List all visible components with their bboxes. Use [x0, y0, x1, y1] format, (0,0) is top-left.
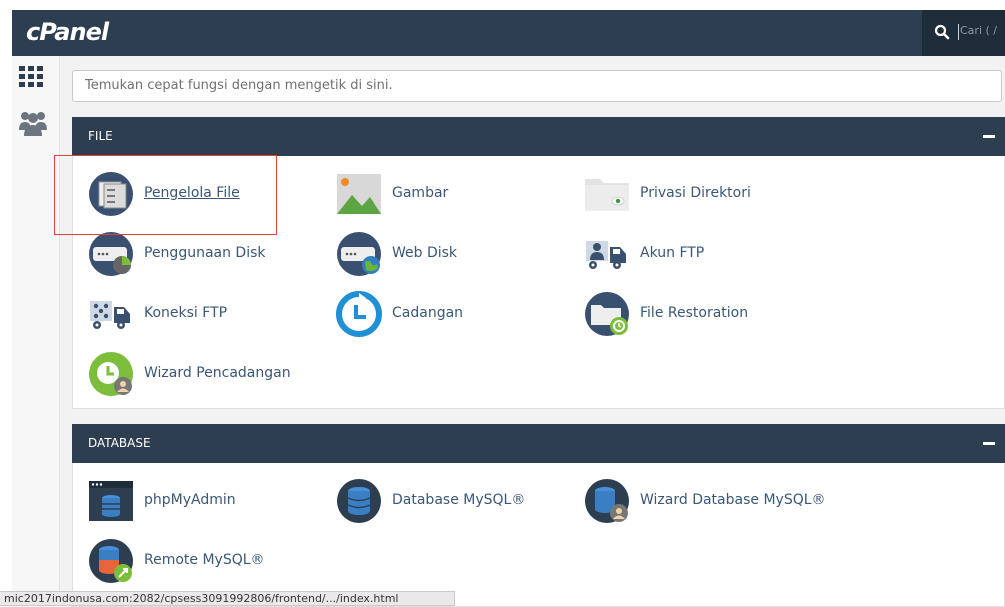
item-label: Gambar — [392, 185, 449, 201]
database-section-header[interactable]: DATABASE — [72, 424, 1005, 463]
disk-usage-icon — [88, 231, 134, 277]
section-title: FILE — [88, 129, 113, 143]
collapse-icon[interactable] — [983, 442, 995, 445]
remote-mysql-icon — [88, 538, 134, 584]
file-manager-icon — [88, 171, 134, 217]
item-label: File Restoration — [640, 305, 749, 321]
header-search-input[interactable]: Cari ( / — [960, 24, 1005, 37]
main-content: Temukan cepat fungsi dengan mengetik di … — [60, 56, 1005, 607]
directory-privacy-icon — [584, 171, 630, 217]
file-section-body: Pengelola File Gambar Privasi Direktori … — [72, 156, 1005, 409]
item-label: phpMyAdmin — [144, 492, 236, 508]
collapse-icon[interactable] — [983, 135, 995, 138]
section-title: DATABASE — [88, 436, 151, 450]
header-search[interactable]: Cari ( / — [922, 10, 1005, 56]
item-label: Wizard Pencadangan — [144, 365, 291, 381]
quick-search-input[interactable]: Temukan cepat fungsi dengan mengetik di … — [72, 70, 1002, 102]
file-section-header[interactable]: FILE — [72, 117, 1005, 156]
file-restoration-icon — [584, 291, 630, 337]
item-label: Wizard Database MySQL® — [640, 492, 826, 508]
item-label: Remote MySQL® — [144, 552, 265, 568]
item-label: Koneksi FTP — [144, 305, 228, 321]
grid-icon[interactable] — [19, 66, 45, 92]
backup-wizard-icon — [88, 351, 134, 397]
item-label: Penggunaan Disk — [144, 245, 266, 261]
top-header: cPanel Cari ( / — [12, 10, 1005, 56]
item-label: Akun FTP — [640, 245, 705, 261]
search-icon — [934, 24, 950, 44]
mysql-database-icon — [336, 478, 382, 524]
item-label: Web Disk — [392, 245, 458, 261]
item-label: Database MySQL® — [392, 492, 526, 508]
item-label: Pengelola File — [144, 185, 240, 201]
backup-icon — [336, 291, 382, 337]
item-label: Privasi Direktori — [640, 185, 751, 201]
ftp-connections-icon — [88, 291, 134, 337]
cpanel-logo[interactable]: cPanel — [26, 18, 109, 46]
text-caret — [958, 24, 959, 40]
web-disk-icon — [336, 231, 382, 277]
mysql-wizard-icon — [584, 478, 630, 524]
phpmyadmin-icon — [88, 478, 134, 524]
users-icon[interactable] — [19, 110, 47, 136]
sidebar — [12, 56, 60, 606]
images-icon — [336, 171, 382, 217]
database-section-body: phpMyAdmin Database MySQL® Wizard Databa… — [72, 463, 1005, 607]
status-bar-url: mic2017indonusa.com:2082/cpsess309199280… — [0, 591, 455, 606]
ftp-accounts-icon — [584, 231, 630, 277]
item-label: Cadangan — [392, 305, 464, 321]
